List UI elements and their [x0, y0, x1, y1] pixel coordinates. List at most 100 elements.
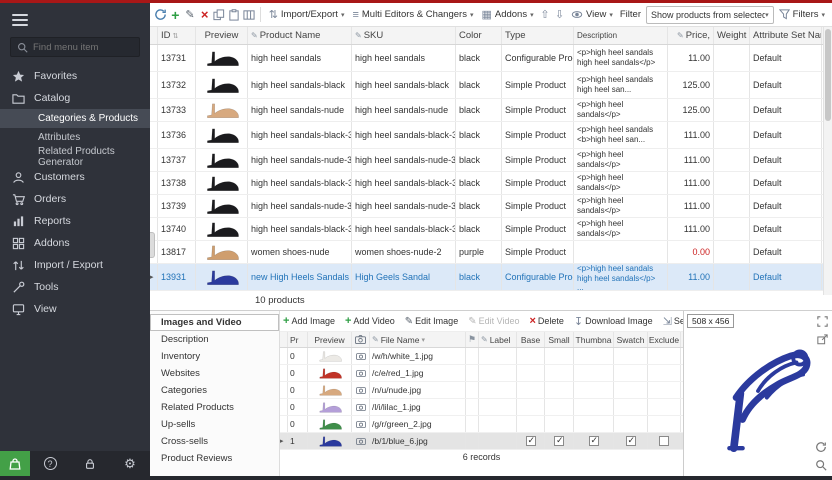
col-preview[interactable]: Preview	[196, 27, 248, 44]
col-sku[interactable]: ✎SKU	[352, 27, 456, 44]
col-type[interactable]: Type	[502, 27, 574, 44]
table-row[interactable]: ▸ 13731 high heel sandals high heel sand…	[150, 45, 832, 72]
col-price[interactable]: ✎Price,	[668, 27, 714, 44]
scrollbar-thumb[interactable]	[825, 29, 831, 121]
tab-inventory[interactable]: Inventory	[150, 348, 279, 365]
col-file-name[interactable]: ✎File Name▾	[370, 332, 466, 347]
col-color[interactable]: Color	[456, 27, 502, 44]
cell-type: Configurable Product	[502, 264, 574, 290]
tab-related-products[interactable]: Related Products	[150, 399, 279, 416]
sidebar-item-related-products-generator[interactable]: Related Products Generator	[0, 147, 150, 166]
import-export-menu[interactable]: ⇅ Import/Export▾	[266, 6, 348, 23]
col-label[interactable]: ✎Label	[479, 332, 517, 347]
table-row[interactable]: ▸ 13736 high heel sandals-black-36 high …	[150, 122, 832, 149]
table-row[interactable]: ▸ 13817 women shoes-nude women shoes-nud…	[150, 241, 832, 264]
image-row[interactable]: ▸ 0 /l/i/lilac_1.jpg	[280, 399, 683, 416]
col-small[interactable]: Small	[545, 332, 574, 347]
sort-desc-button[interactable]: ⇩	[553, 6, 566, 23]
sidebar-item-customers[interactable]: Customers	[0, 166, 150, 188]
sort-asc-button[interactable]: ⇧	[539, 6, 552, 23]
thumbnail-checkbox[interactable]	[589, 436, 599, 446]
tab-up-sells[interactable]: Up-sells	[150, 416, 279, 433]
base-checkbox[interactable]	[526, 436, 536, 446]
multi-editors-menu[interactable]: ≡ Multi Editors & Changers▾	[349, 7, 476, 23]
fullscreen-icon[interactable]	[815, 314, 829, 328]
swatch-checkbox[interactable]	[626, 436, 636, 446]
search-input[interactable]	[33, 42, 133, 53]
tab-cross-sells[interactable]: Cross-sells	[150, 433, 279, 450]
sidebar-search[interactable]	[10, 37, 140, 57]
table-row[interactable]: ▸ 13738 high heel sandals-black-37 high …	[150, 172, 832, 195]
columns-button[interactable]	[242, 6, 255, 23]
image-row[interactable]: ▸ 0 /c/e/red_1.jpg	[280, 365, 683, 382]
lock-icon[interactable]	[70, 458, 110, 470]
table-row[interactable]: ▸ 13740 high heel sandals-black-38 high …	[150, 218, 832, 241]
delete-product-button[interactable]: ×	[198, 6, 211, 23]
sidebar-item-catalog[interactable]: Catalog	[0, 87, 150, 109]
col-priority[interactable]: Pr	[288, 332, 308, 347]
edit-video-button[interactable]: ✎Edit Video	[468, 316, 519, 327]
col-exclude[interactable]: Exclude	[648, 332, 681, 347]
sidebar-item-attributes[interactable]: Attributes	[0, 128, 150, 147]
image-row[interactable]: ▸ 0 /n/u/nude.jpg	[280, 382, 683, 399]
download-image-button[interactable]: ↧Download Image	[574, 315, 653, 328]
tab-websites[interactable]: Websites	[150, 365, 279, 382]
copy-button[interactable]	[213, 6, 226, 23]
sidebar-item-view[interactable]: View	[0, 298, 150, 320]
sidebar-item-reports[interactable]: Reports	[0, 210, 150, 232]
add-video-button[interactable]: +Add Video	[345, 315, 395, 327]
add-product-button[interactable]: +	[169, 6, 182, 23]
tab-product-reviews[interactable]: Product Reviews	[150, 450, 279, 467]
zoom-icon[interactable]	[814, 458, 828, 472]
table-row[interactable]: ▸ 13737 high heel sandals-nude-36 high h…	[150, 149, 832, 172]
table-row[interactable]: ▸ 13739 high heel sandals-nude-37 high h…	[150, 195, 832, 218]
sidebar-item-tools[interactable]: Tools	[0, 276, 150, 298]
sidebar-item-categories-products[interactable]: Categories & Products	[0, 109, 150, 128]
delete-image-button[interactable]: ×Delete	[529, 315, 563, 327]
sidebar-item-addons[interactable]: Addons	[0, 232, 150, 254]
sidebar-item-orders[interactable]: Orders	[0, 188, 150, 210]
hamburger-menu-icon[interactable]	[0, 3, 150, 33]
filters-menu[interactable]: Filters▾	[776, 7, 828, 22]
refresh-button[interactable]	[154, 6, 167, 23]
small-checkbox[interactable]	[554, 436, 564, 446]
col-thumbnail[interactable]: Thumbna	[574, 332, 614, 347]
gear-icon[interactable]: ⚙	[110, 456, 150, 472]
table-row[interactable]: ▸ 13931 new High Heels Sandals High Geel…	[150, 264, 832, 291]
shoe-thumbnail	[313, 366, 347, 380]
tab-description[interactable]: Description	[150, 331, 279, 348]
sidebar-item-favorites[interactable]: Favorites	[0, 65, 150, 87]
view-menu[interactable]: View▾	[568, 7, 616, 22]
addons-menu[interactable]: ▦ Addons▾	[478, 6, 536, 23]
edit-product-button[interactable]: ✎	[184, 6, 197, 23]
table-row[interactable]: ▸ 13733 high heel sandals-nude high heel…	[150, 99, 832, 122]
filter-select[interactable]: Show products from selected categories▾	[646, 6, 774, 24]
col-attribute-set[interactable]: Attribute Set Name	[750, 27, 822, 44]
col-weight[interactable]: Weight	[714, 27, 750, 44]
table-row[interactable]: ▸ 13732 high heel sandals-black high hee…	[150, 72, 832, 99]
edit-image-button[interactable]: ✎Edit Image	[405, 316, 458, 327]
col-swatch[interactable]: Swatch	[614, 332, 648, 347]
set-resize-rule-button[interactable]: ⇲Set Resize Rule	[663, 315, 683, 328]
image-row[interactable]: ▸ 0 /g/r/green_2.jpg	[280, 416, 683, 433]
tab-categories[interactable]: Categories	[150, 382, 279, 399]
col-description[interactable]: Description	[574, 27, 668, 44]
col-id[interactable]: ID⇅	[158, 27, 196, 44]
col-product-name[interactable]: ✎Product Name	[248, 27, 352, 44]
panel-collapse-handle[interactable]	[150, 232, 155, 258]
open-external-icon[interactable]	[815, 332, 829, 346]
tab-images-and-video[interactable]: Images and Video	[150, 314, 279, 331]
exclude-checkbox[interactable]	[659, 436, 669, 446]
sidebar-item-import-export[interactable]: Import / Export	[0, 254, 150, 276]
help-icon[interactable]: ?	[30, 457, 70, 470]
image-row[interactable]: ▸ 0 /w/h/white_1.jpg	[280, 348, 683, 365]
cell-description: <p>high heel sandals</p>	[574, 99, 668, 121]
store-icon[interactable]	[0, 451, 30, 476]
col-base[interactable]: Base	[517, 332, 545, 347]
add-image-button[interactable]: +Add Image	[283, 315, 335, 327]
image-row[interactable]: ▸ 1 /b/1/blue_6.jpg	[280, 433, 683, 450]
grid-scrollbar[interactable]	[823, 27, 832, 295]
rotate-refresh-icon[interactable]	[814, 440, 828, 454]
col-preview[interactable]: Preview	[308, 332, 352, 347]
paste-button[interactable]	[228, 6, 241, 23]
